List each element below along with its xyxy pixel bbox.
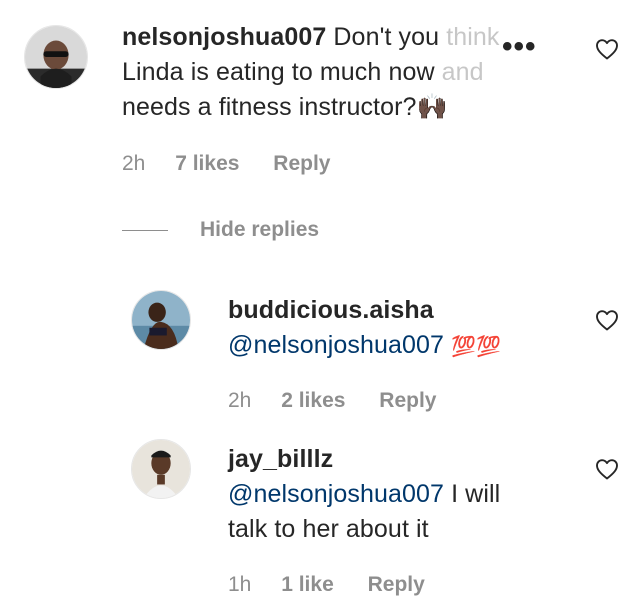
comment-time: 2h [122,152,146,175]
reply-line-2: @nelsonjoshua007 I will [228,477,588,512]
avatar-image [25,26,87,88]
reply-button[interactable]: Reply [368,573,425,596]
avatar-image [132,291,190,349]
raised-hands-emoji: 🙌🏿 [416,93,448,121]
comment-text: needs a fitness instructor? [122,93,417,121]
avatar-jay-billlz[interactable] [131,439,191,499]
comment-text-faded: and [441,58,484,86]
avatar-nelsonjoshua007[interactable] [24,25,88,89]
mention-link[interactable]: @nelsonjoshua007 [228,331,444,359]
more-options-icon[interactable]: ••• [502,32,537,62]
reply-meta: 1h 1 like Reply [228,573,453,597]
hundred-points-emoji: 💯💯 [451,336,502,358]
reply-time: 2h [228,389,252,412]
reply-body: jay_billlz @nelsonjoshua007 I will talk … [228,442,588,547]
comment-text-faded: think [446,23,500,51]
comment-line-1: nelsonjoshua007 Don't you think [122,20,542,55]
reply-username[interactable]: buddicious.aisha [228,296,434,324]
heart-outline-icon[interactable] [595,309,619,331]
comment-meta: 2h 7 likes Reply [122,152,358,176]
heart-outline-icon[interactable] [595,458,619,480]
avatar-image [132,440,190,498]
reply-likes[interactable]: 2 likes [281,389,345,412]
reply-username[interactable]: jay_billlz [228,445,333,473]
reply-meta: 2h 2 likes Reply [228,389,464,413]
reply-button[interactable]: Reply [273,152,330,175]
comment-username[interactable]: nelsonjoshua007 [122,23,326,51]
comment-text: Don't you [333,23,440,51]
reply-text: talk to her about it [228,515,429,543]
reply-button[interactable]: Reply [379,389,436,412]
comment-body: nelsonjoshua007 Don't you think Linda is… [122,20,542,125]
reply-body: buddicious.aisha @nelsonjoshua007 💯💯 [228,293,588,365]
hide-replies-button[interactable]: Hide replies [200,218,319,242]
heart-outline-icon[interactable] [595,38,619,60]
reply-time: 1h [228,573,252,596]
comment-line-3: needs a fitness instructor?🙌🏿 [122,90,542,125]
reply-line-3: talk to her about it [228,512,588,547]
comment-likes[interactable]: 7 likes [175,152,239,175]
reply-line-1: jay_billlz [228,442,588,477]
hide-replies-divider [122,230,168,231]
reply-text: I will [451,480,501,508]
reply-line-1: buddicious.aisha [228,293,588,328]
reply-likes[interactable]: 1 like [281,573,334,596]
avatar-buddicious-aisha[interactable] [131,290,191,350]
reply-line-2: @nelsonjoshua007 💯💯 [228,328,588,365]
mention-link[interactable]: @nelsonjoshua007 [228,480,444,508]
comment-text: Linda is eating to much now [122,58,435,86]
comment-line-2: Linda is eating to much now and [122,55,542,90]
